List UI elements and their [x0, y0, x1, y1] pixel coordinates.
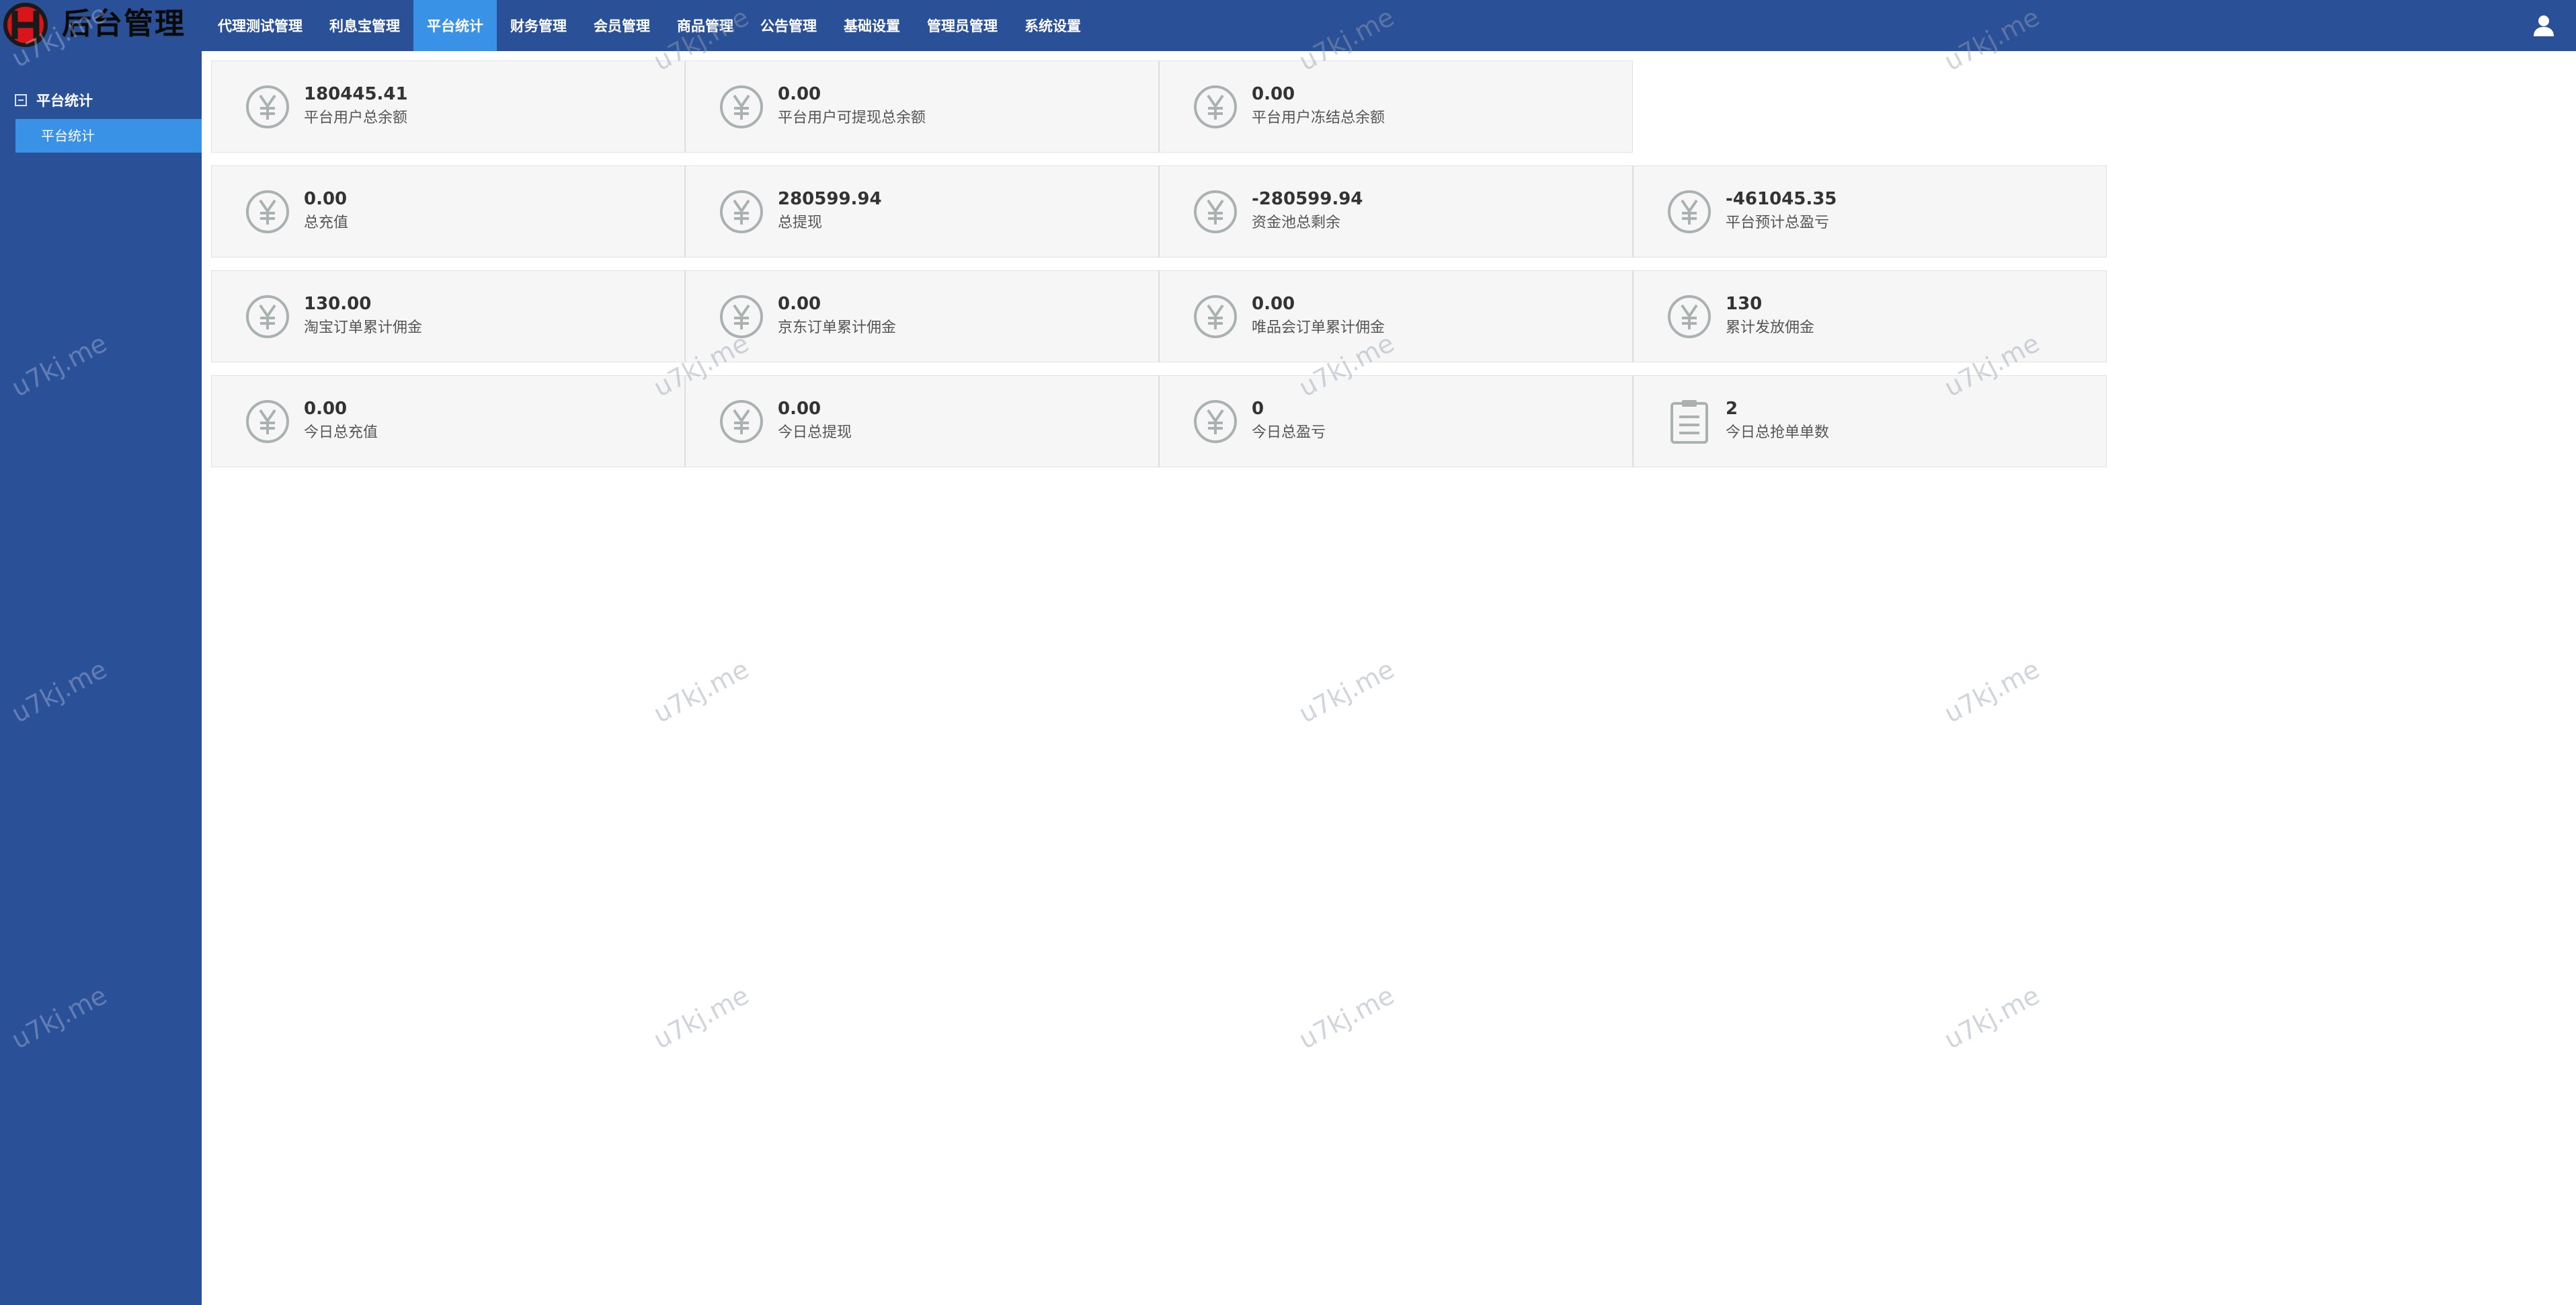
stat-label: 总提现 [778, 214, 823, 231]
watermark: u7kj.me [1939, 980, 2045, 1055]
stats-row-balances: 180445.41 平台用户总余额 0.00 平台用户可提现总余额 0.00 平… [211, 61, 1633, 153]
nav-platform-stats[interactable]: 平台统计 [413, 0, 497, 51]
stat-card: 130 累计发放佣金 [1633, 270, 2107, 362]
sidebar-group-label: 平台统计 [36, 93, 93, 109]
yen-icon [1194, 295, 1237, 338]
stat-value: 130.00 [304, 294, 372, 314]
clipboard-icon [1671, 400, 1708, 444]
main-nav: 代理测试管理 利息宝管理 平台统计 财务管理 会员管理 商品管理 公告管理 基础… [204, 0, 1094, 51]
stat-card: 0.00 平台用户可提现总余额 [685, 61, 1159, 153]
stat-card: 0.00 唯品会订单累计佣金 [1159, 270, 1633, 362]
stat-label: 淘宝订单累计佣金 [304, 319, 423, 336]
brand-title: 后台管理 [62, 7, 186, 41]
nav-agent-test[interactable]: 代理测试管理 [204, 0, 316, 51]
yen-icon [720, 85, 763, 128]
stat-label: 平台用户可提现总余额 [778, 110, 926, 126]
stat-card: 280599.94 总提现 [685, 165, 1159, 258]
stat-value: 280599.94 [778, 189, 882, 209]
watermark: u7kj.me [649, 980, 754, 1055]
collapse-icon[interactable] [15, 94, 27, 106]
nav-finance[interactable]: 财务管理 [497, 0, 580, 51]
watermark: u7kj.me [649, 654, 754, 729]
yen-icon [246, 295, 289, 338]
stat-label: 资金池总剩余 [1252, 214, 1341, 231]
stat-label: 平台用户总余额 [304, 110, 408, 126]
stats-row-today: 0.00 今日总充值 0.00 今日总提现 0 今日总盈亏 2 今日总抢单单数 [211, 375, 2107, 467]
stat-card: -461045.35 平台预计总盈亏 [1633, 165, 2107, 258]
top-navbar: 后台管理 代理测试管理 利息宝管理 平台统计 财务管理 会员管理 商品管理 公告… [0, 0, 2576, 51]
yen-icon [1194, 190, 1237, 233]
nav-announcements[interactable]: 公告管理 [747, 0, 830, 51]
yen-icon [720, 190, 763, 233]
stat-card: 180445.41 平台用户总余额 [211, 61, 685, 153]
user-icon[interactable] [2530, 12, 2557, 39]
yen-icon [1668, 295, 1711, 338]
stat-card: -280599.94 资金池总剩余 [1159, 165, 1633, 258]
stat-label: 唯品会订单累计佣金 [1252, 319, 1385, 336]
stat-label: 京东订单累计佣金 [778, 319, 897, 336]
stat-value: -461045.35 [1726, 189, 1837, 209]
yen-icon [246, 190, 289, 233]
watermark: u7kj.me [1939, 654, 2045, 729]
sidebar-group-platform-stats[interactable]: 平台统计 [15, 89, 93, 112]
stat-value: 0.00 [1252, 84, 1295, 104]
stat-value: 0 [1252, 399, 1264, 419]
yen-icon [1194, 400, 1237, 443]
stat-value: 180445.41 [304, 84, 408, 104]
stat-label: 平台预计总盈亏 [1726, 214, 1830, 231]
stat-label: 总充值 [304, 214, 349, 231]
stat-card: 0 今日总盈亏 [1159, 375, 1633, 467]
stat-value: -280599.94 [1252, 189, 1363, 209]
nav-system-settings[interactable]: 系统设置 [1011, 0, 1094, 51]
stats-row-commissions: 130.00 淘宝订单累计佣金 0.00 京东订单累计佣金 0.00 唯品会订单… [211, 270, 2107, 362]
sidebar-item-platform-stats[interactable]: 平台统计 [15, 119, 202, 153]
yen-icon [720, 295, 763, 338]
stat-value: 130 [1726, 294, 1763, 314]
nav-members[interactable]: 会员管理 [580, 0, 663, 51]
stat-label: 今日总提现 [778, 424, 852, 441]
yen-icon [720, 400, 763, 443]
stat-card: 0.00 京东订单累计佣金 [685, 270, 1159, 362]
stat-card: 0.00 平台用户冻结总余额 [1159, 61, 1633, 153]
yen-icon [246, 85, 289, 128]
stat-value: 0.00 [778, 294, 821, 314]
stat-value: 0.00 [304, 399, 348, 419]
stat-card: 2 今日总抢单单数 [1633, 375, 2107, 467]
logo-mark-icon [3, 3, 48, 47]
stat-value: 0.00 [778, 84, 821, 104]
watermark: u7kj.me [1294, 980, 1400, 1055]
yen-icon [246, 400, 289, 443]
stat-label: 累计发放佣金 [1726, 319, 1815, 336]
nav-products[interactable]: 商品管理 [663, 0, 747, 51]
stats-row-totals: 0.00 总充值 280599.94 总提现 -280599.94 资金池总剩余… [211, 165, 2107, 258]
stat-card: 0.00 今日总提现 [685, 375, 1159, 467]
sidebar: 平台统计 平台统计 [0, 51, 202, 1305]
stat-value: 0.00 [778, 399, 821, 419]
nav-basic-settings[interactable]: 基础设置 [830, 0, 914, 51]
stat-label: 今日总抢单单数 [1726, 424, 1830, 441]
stat-card: 0.00 今日总充值 [211, 375, 685, 467]
watermark: u7kj.me [1294, 654, 1400, 729]
stat-label: 平台用户冻结总余额 [1252, 110, 1385, 126]
logo[interactable]: 后台管理 [0, 0, 202, 51]
stat-card: 130.00 淘宝订单累计佣金 [211, 270, 685, 362]
yen-icon [1668, 190, 1711, 233]
stat-value: 2 [1726, 399, 1738, 419]
nav-admins[interactable]: 管理员管理 [914, 0, 1011, 51]
stat-value: 0.00 [304, 189, 348, 209]
yen-icon [1194, 85, 1237, 128]
stat-card: 0.00 总充值 [211, 165, 685, 258]
stat-label: 今日总盈亏 [1252, 424, 1326, 441]
nav-interest[interactable]: 利息宝管理 [316, 0, 413, 51]
stat-label: 今日总充值 [304, 424, 378, 441]
stat-value: 0.00 [1252, 294, 1295, 314]
